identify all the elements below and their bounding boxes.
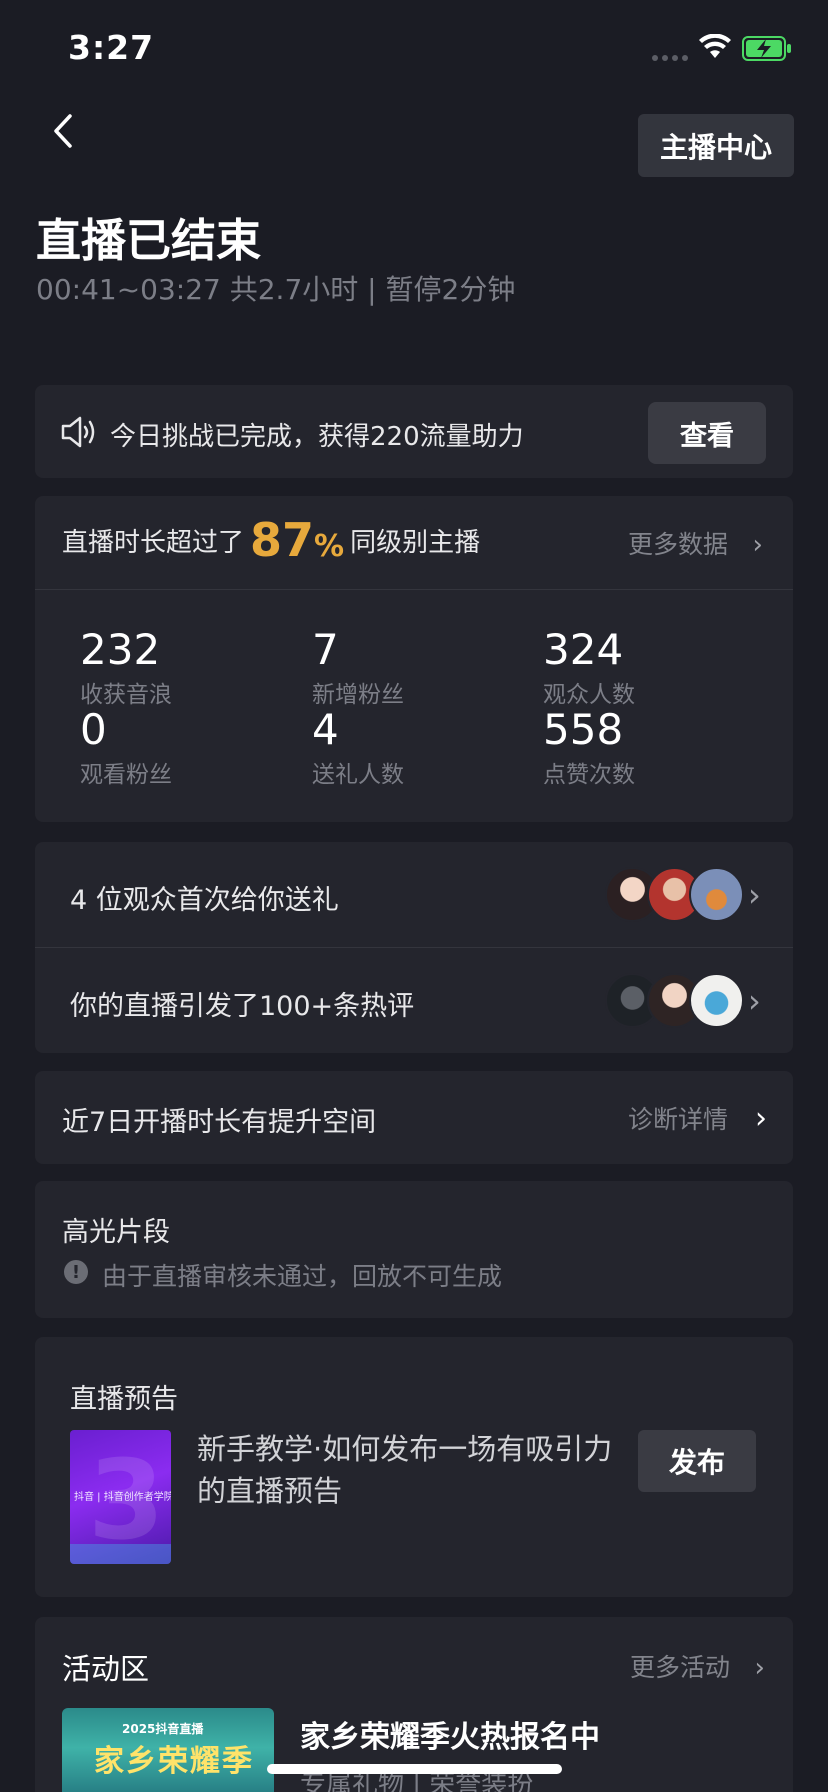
page-title: 直播已结束 [36, 214, 262, 267]
activity-banner-image[interactable]: 2025抖音直播 家乡荣耀季 [62, 1708, 274, 1792]
warning-icon: ! [64, 1260, 88, 1284]
publish-button[interactable]: 发布 [638, 1430, 756, 1492]
stat-value: 558 [543, 705, 624, 754]
preview-tutorial-text[interactable]: 新手教学·如何发布一场有吸引力的直播预告 [197, 1428, 617, 1512]
challenge-notice-text: 今日挑战已完成，获得220流量助力 [110, 422, 524, 452]
cellular-signal-icon [652, 55, 690, 61]
chevron-right-icon[interactable]: › [748, 876, 761, 914]
highlight-clips-card [35, 1181, 793, 1318]
first-gift-text[interactable]: 4 位观众首次给你送礼 [70, 878, 339, 917]
preview-title: 直播预告 [70, 1384, 178, 1415]
stat-value: 324 [543, 625, 624, 674]
chevron-right-icon: › [735, 530, 763, 560]
stat-label: 收获音浪 [80, 682, 172, 708]
home-indicator[interactable] [267, 1764, 562, 1774]
stat-value: 4 [312, 705, 339, 754]
stat-label: 送礼人数 [312, 762, 404, 788]
speaker-icon [61, 416, 95, 448]
ranking-prefix: 直播时长超过了 [62, 527, 245, 558]
avatar [689, 973, 744, 1028]
stat-value: 232 [80, 625, 161, 674]
diagnosis-detail-link[interactable]: 诊断详情 › [628, 1100, 767, 1136]
chevron-right-icon: › [737, 1653, 765, 1683]
activity-section-title: 活动区 [62, 1652, 150, 1686]
stat-value: 0 [80, 705, 107, 754]
chevron-right-icon[interactable]: › [748, 982, 761, 1020]
status-time: 3:27 [68, 28, 155, 67]
highlight-warning-text: 由于直播审核未通过，回放不可生成 [102, 1262, 503, 1291]
view-button[interactable]: 查看 [648, 402, 766, 464]
wifi-icon [699, 34, 731, 58]
back-chevron-icon[interactable] [44, 106, 84, 156]
diagnosis-text: 近7日开播时长有提升空间 [62, 1107, 377, 1138]
chevron-right-icon: › [735, 1101, 768, 1136]
hot-comments-text[interactable]: 你的直播引发了100+条热评 [70, 984, 414, 1023]
stat-label: 新增粉丝 [312, 682, 404, 708]
more-activities-link[interactable]: 更多活动 › [630, 1648, 765, 1684]
gifter-avatars [605, 867, 744, 922]
live-duration-subtitle: 00:41~03:27 共2.7小时 | 暂停2分钟 [36, 273, 516, 306]
stat-label: 观众人数 [543, 682, 635, 708]
stat-label: 观看粉丝 [80, 762, 172, 788]
stats-divider [35, 589, 793, 590]
commenter-avatars [605, 973, 744, 1028]
ranking-percent: 87% [250, 513, 345, 567]
activity-item-title[interactable]: 家乡荣耀季火热报名中 [300, 1712, 600, 1756]
anchor-center-button[interactable]: 主播中心 [638, 114, 794, 177]
stat-label: 点赞次数 [543, 762, 635, 788]
more-data-link[interactable]: 更多数据 › [628, 525, 763, 561]
ranking-suffix: 同级别主播 [350, 527, 481, 558]
duration-ranking: 直播时长超过了 87% 同级别主播 [62, 508, 480, 572]
battery-charging-icon [742, 36, 791, 61]
highlight-title: 高光片段 [62, 1217, 170, 1248]
stat-value: 7 [312, 625, 339, 674]
avatar [689, 867, 744, 922]
tutorial-thumbnail[interactable]: 3 抖音 | 抖音创作者学院 [70, 1430, 171, 1564]
